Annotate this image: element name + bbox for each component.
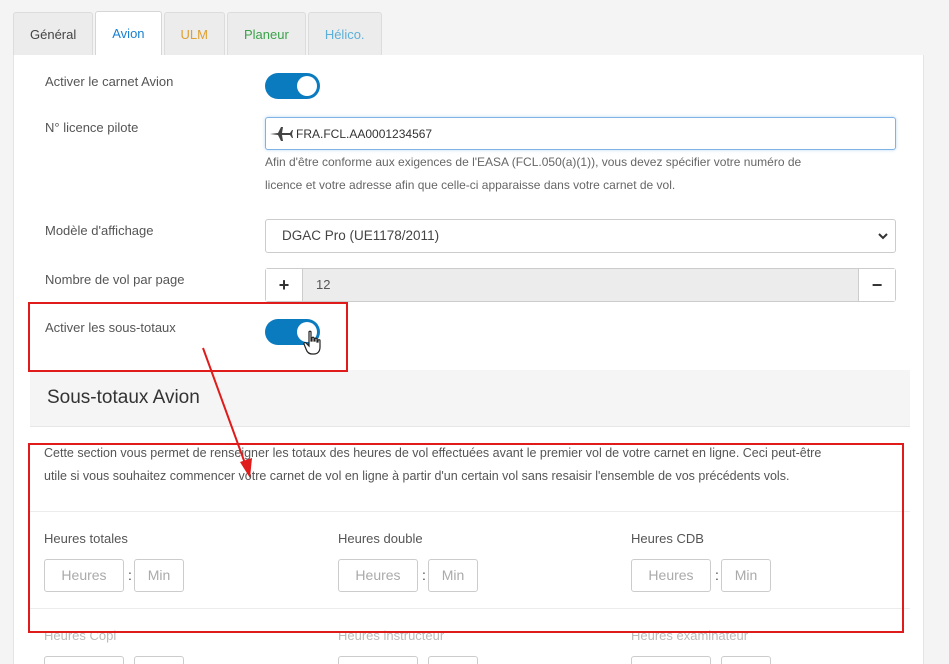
examiner-hours-input[interactable]	[631, 656, 711, 664]
instructor-min-input[interactable]	[428, 656, 478, 664]
display-model-select[interactable]: DGAC Pro (UE1178/2011)	[265, 219, 896, 253]
display-model-value: DGAC Pro (UE1178/2011)	[282, 228, 440, 243]
licence-input[interactable]	[296, 126, 856, 141]
airplane-icon	[266, 118, 296, 149]
activate-logbook-label: Activer le carnet Avion	[45, 74, 174, 89]
flights-per-page-value[interactable]: 12	[302, 269, 859, 301]
chevron-down-icon	[878, 233, 888, 240]
flights-per-page-stepper: + 12 −	[265, 268, 896, 302]
licence-help-line-2: licence et votre adresse afin que celle-…	[265, 177, 676, 192]
total-min-input[interactable]: Min	[134, 559, 184, 592]
licence-label: N° licence pilote	[45, 120, 139, 135]
tab-planeur[interactable]: Planeur	[227, 12, 306, 55]
tab-avion[interactable]: Avion	[95, 11, 162, 55]
tab-ulm[interactable]: ULM	[163, 12, 225, 55]
instructor-hours-input[interactable]	[338, 656, 418, 664]
separator: :	[128, 567, 132, 583]
total-hours-label: Heures totales	[44, 531, 128, 546]
subtotals-desc-line-2: utile si vous souhaitez commencer votre …	[44, 468, 790, 483]
examiner-hours-label: Heures examinateur	[631, 628, 749, 643]
dual-hours-label: Heures double	[338, 531, 423, 546]
subtotals-toggle[interactable]	[265, 319, 320, 345]
decrement-button[interactable]: −	[859, 269, 895, 301]
pic-hours-label: Heures CDB	[631, 531, 704, 546]
examiner-min-input[interactable]	[721, 656, 771, 664]
licence-help-text: Afin d'être conforme aux exigences de l'…	[265, 151, 865, 196]
copilot-min-input[interactable]	[134, 656, 184, 664]
pic-min-input[interactable]: Min	[721, 559, 771, 592]
pic-hours-input[interactable]: Heures	[631, 559, 711, 592]
subtotals-title: Sous-totaux Avion	[47, 387, 200, 408]
display-model-label: Modèle d'affichage	[45, 223, 154, 238]
separator: :	[422, 567, 426, 583]
increment-button[interactable]: +	[266, 269, 302, 301]
subtotals-label: Activer les sous-totaux	[45, 320, 176, 335]
dual-hours-input[interactable]: Heures	[338, 559, 418, 592]
tab-general[interactable]: Général	[13, 12, 94, 55]
total-hours-input[interactable]: Heures	[44, 559, 124, 592]
toggle-knob	[297, 76, 317, 96]
toggle-knob	[297, 322, 317, 342]
divider	[30, 511, 910, 512]
activate-logbook-toggle[interactable]	[265, 73, 320, 99]
tab-bar: Général Avion ULM Planeur Hélico.	[13, 11, 384, 55]
tab-helico[interactable]: Hélico.	[307, 12, 382, 55]
copilot-hours-label: Heures Copi	[44, 628, 117, 643]
licence-field[interactable]	[265, 117, 896, 150]
separator: :	[715, 567, 719, 583]
divider	[30, 608, 910, 609]
subtotals-description: Cette section vous permet de renseigner …	[44, 442, 904, 487]
copilot-hours-input[interactable]	[44, 656, 124, 664]
subtotals-header: Sous-totaux Avion	[30, 370, 910, 427]
subtotals-section: Sous-totaux Avion Cette section vous per…	[30, 370, 910, 664]
dual-min-input[interactable]: Min	[428, 559, 478, 592]
subtotals-desc-line-1: Cette section vous permet de renseigner …	[44, 446, 822, 460]
instructor-hours-label: Heures instructeur	[338, 628, 445, 643]
licence-help-line-1: Afin d'être conforme aux exigences de l'…	[265, 155, 802, 169]
flights-per-page-label: Nombre de vol par page	[45, 272, 185, 287]
